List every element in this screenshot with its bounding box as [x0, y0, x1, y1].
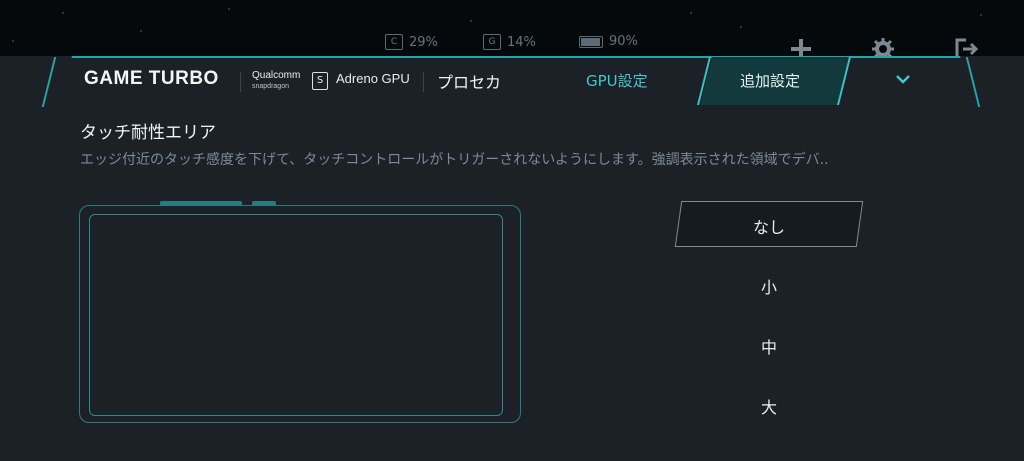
chip-logo: Qualcomm snapdragon	[252, 70, 300, 92]
tab-additional-settings[interactable]: 追加設定	[740, 70, 800, 91]
option-small[interactable]: 小	[678, 274, 860, 298]
option-none[interactable]: なし	[678, 214, 860, 238]
option-large[interactable]: 大	[678, 394, 860, 418]
gpu-usage: G 14%	[483, 34, 536, 50]
device-screen-area	[89, 214, 503, 416]
battery-icon	[579, 35, 603, 48]
brand-title: GAME TURBO	[84, 68, 219, 89]
battery-value: 90%	[609, 34, 638, 49]
divider	[423, 72, 424, 92]
gpu-usage-value: 14%	[507, 34, 536, 50]
section-description: エッジ付近のタッチ感度を下げて、タッチコントロールがトリガーされないようにします…	[80, 152, 829, 168]
chip-brand: Qualcomm	[252, 70, 301, 81]
section-title: タッチ耐性エリア	[80, 123, 216, 143]
option-medium[interactable]: 中	[678, 334, 860, 358]
game-name: プロセカ	[437, 73, 502, 92]
chevron-down-icon[interactable]	[894, 70, 912, 88]
snapdragon-icon: S	[312, 72, 328, 90]
cpu-usage: C 29%	[385, 34, 438, 50]
tab-gpu-settings[interactable]: GPU設定	[586, 70, 648, 91]
divider	[240, 72, 241, 92]
chip-sub: snapdragon	[252, 83, 289, 90]
gpu-icon: G	[483, 34, 501, 50]
gpu-name: Adreno GPU	[336, 71, 410, 86]
battery-status: 90%	[579, 34, 638, 49]
cpu-icon: C	[385, 34, 403, 50]
cpu-usage-value: 29%	[409, 34, 438, 50]
